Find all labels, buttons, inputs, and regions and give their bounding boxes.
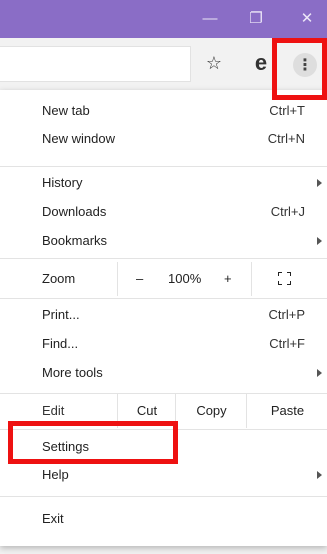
paste-button[interactable]: Paste <box>246 394 327 428</box>
address-bar[interactable] <box>0 46 191 82</box>
menu-separator <box>0 298 327 299</box>
menu-item-label: Help <box>42 467 69 482</box>
menu-item-find[interactable]: Find... Ctrl+F <box>0 330 327 358</box>
menu-item-label: Bookmarks <box>42 233 108 248</box>
menu-button-highlight <box>272 38 327 100</box>
close-button[interactable]: ✕ <box>287 0 327 38</box>
menu-item-help[interactable]: Help <box>0 461 327 489</box>
submenu-arrow-icon <box>317 471 322 479</box>
menu-item-shortcut: Ctrl+F <box>269 336 305 351</box>
menu-item-downloads[interactable]: Downloads Ctrl+J <box>0 198 327 226</box>
menu-item-label: New tab <box>42 103 90 118</box>
zoom-label: Zoom <box>42 271 76 286</box>
maximize-button[interactable]: ❐ <box>236 0 276 38</box>
menu-item-more-tools[interactable]: More tools <box>0 359 327 387</box>
submenu-arrow-icon <box>317 179 322 187</box>
zoom-controls: – 100% + <box>117 262 252 296</box>
fullscreen-icon[interactable] <box>278 272 291 285</box>
menu-item-label: More tools <box>42 365 103 380</box>
menu-separator <box>0 166 327 167</box>
menu-item-print[interactable]: Print... Ctrl+P <box>0 301 327 329</box>
menu-item-shortcut: Ctrl+P <box>268 307 305 322</box>
zoom-out-button[interactable]: – <box>136 262 143 296</box>
menu-separator <box>0 496 327 497</box>
menu-item-bookmarks[interactable]: Bookmarks <box>0 227 327 255</box>
title-bar: — ❐ ✕ <box>0 0 327 38</box>
menu-item-shortcut: Ctrl+N <box>267 131 305 146</box>
menu-item-new-window[interactable]: New window Ctrl+N <box>0 125 327 153</box>
menu-separator <box>0 258 327 259</box>
menu-item-label: Find... <box>42 336 79 351</box>
zoom-row: Zoom – 100% + <box>0 262 327 296</box>
minimize-button[interactable]: — <box>190 0 230 38</box>
copy-button[interactable]: Copy <box>175 394 247 428</box>
settings-highlight <box>8 421 178 464</box>
menu-item-history[interactable]: History <box>0 169 327 197</box>
submenu-arrow-icon <box>317 369 322 377</box>
menu-item-label: Print... <box>42 307 80 322</box>
menu-item-shortcut: Ctrl+T <box>269 103 305 118</box>
profile-icon[interactable]: e <box>248 50 274 76</box>
menu-item-new-tab[interactable]: New tab Ctrl+T <box>0 97 327 125</box>
menu-item-label: History <box>42 175 83 190</box>
browser-menu: New tab Ctrl+T New window Ctrl+N History… <box>0 90 327 546</box>
bookmark-star-icon[interactable]: ☆ <box>201 50 227 76</box>
menu-item-label: Exit <box>42 511 64 526</box>
menu-item-exit[interactable]: Exit <box>0 505 327 533</box>
menu-item-label: Downloads <box>42 204 107 219</box>
menu-item-label: New window <box>42 131 115 146</box>
submenu-arrow-icon <box>317 237 322 245</box>
menu-item-shortcut: Ctrl+J <box>270 204 305 219</box>
zoom-in-button[interactable]: + <box>224 262 232 296</box>
zoom-level: 100% <box>168 271 202 286</box>
